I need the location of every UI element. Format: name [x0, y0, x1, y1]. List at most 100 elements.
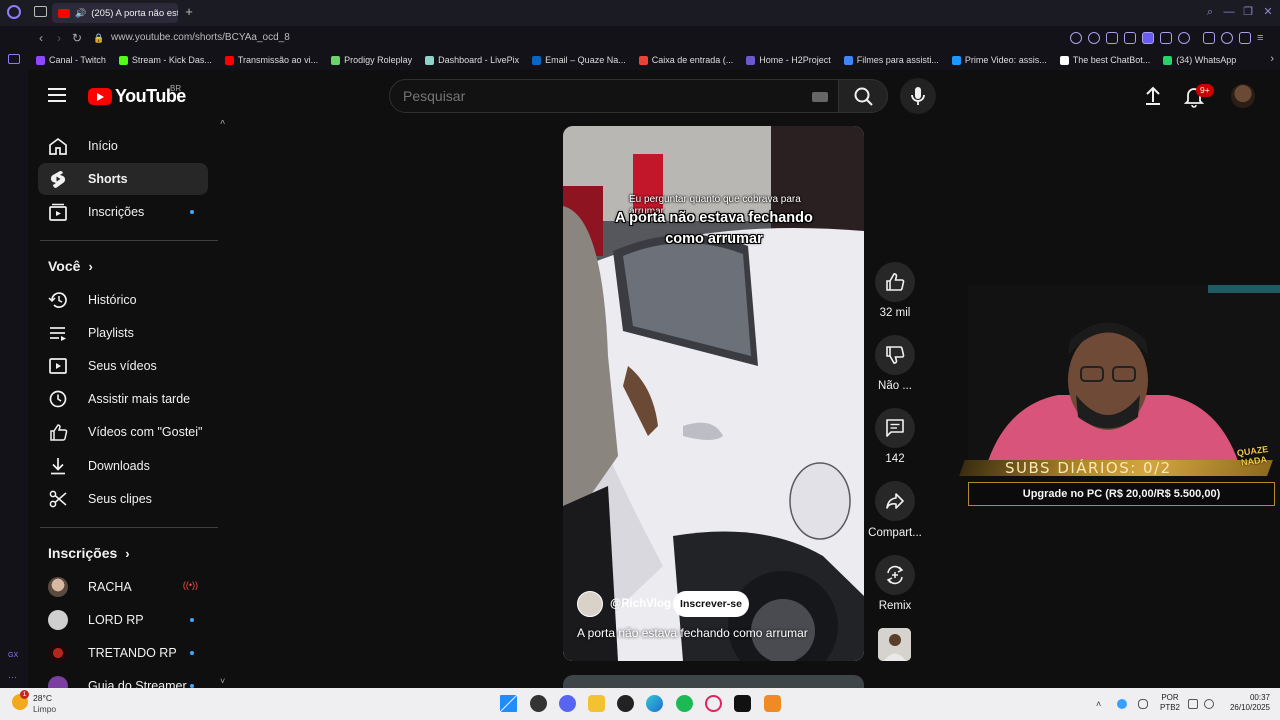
aria-icon[interactable] — [8, 54, 20, 64]
maximize-icon[interactable]: ❐ — [1241, 5, 1255, 19]
sidebar-more-icon[interactable]: ··· — [8, 672, 17, 682]
divider — [40, 240, 218, 241]
shield-icon[interactable] — [1142, 32, 1154, 44]
emoji-icon[interactable] — [1088, 32, 1100, 44]
sidebar-item-subscriptions[interactable]: Inscrições — [38, 196, 208, 228]
sound-pivot-thumbnail[interactable] — [878, 628, 911, 661]
edge-icon[interactable] — [646, 695, 663, 712]
search-input[interactable] — [403, 88, 793, 104]
subscription-item[interactable]: TRETANDO RP — [38, 637, 208, 669]
clock[interactable]: 00:37 26/10/2025 — [1220, 693, 1270, 713]
extensions-icon[interactable] — [1203, 32, 1215, 44]
heart-icon[interactable] — [1178, 32, 1190, 44]
dislike-button[interactable] — [875, 335, 915, 375]
bookmark[interactable]: Prodigy Roleplay — [331, 55, 412, 65]
bookmark[interactable]: Home - H2Project — [746, 55, 831, 65]
pin-icon[interactable] — [1106, 32, 1118, 44]
search-box[interactable] — [389, 79, 839, 113]
bookmark[interactable]: Stream - Kick Das... — [118, 55, 212, 65]
sidebar-item-your-videos[interactable]: Seus vídeos — [38, 350, 208, 382]
speaker-icon[interactable]: 🔊 — [75, 8, 86, 19]
comments-button[interactable] — [875, 408, 915, 448]
account-avatar[interactable] — [1231, 84, 1255, 108]
sidebar-item-watch-later[interactable]: Assistir mais tarde — [38, 383, 208, 415]
sidebar-item-shorts[interactable]: Shorts — [38, 163, 208, 195]
channel-avatar[interactable] — [577, 591, 603, 617]
sidebar-gx-icon[interactable]: GX — [8, 652, 18, 659]
reload-icon[interactable]: ↻ — [70, 31, 84, 45]
input-language[interactable]: POR PTB2 — [1160, 693, 1180, 713]
tray-overflow-icon[interactable]: ˄ — [1096, 699, 1106, 709]
sidebar-item-history[interactable]: Histórico — [38, 284, 208, 316]
scroll-up-arrow-icon[interactable]: ˄ — [220, 120, 225, 127]
bookmark[interactable]: Filmes para assisti... — [843, 55, 939, 65]
github-icon[interactable] — [617, 695, 634, 712]
app-launcher-icon[interactable] — [764, 695, 781, 712]
hamburger-menu-icon[interactable] — [48, 88, 66, 102]
channel-handle[interactable]: @RichVlog — [610, 598, 671, 610]
subscription-item[interactable]: RACHA ((•)) — [38, 571, 208, 603]
tab-list-icon[interactable] — [34, 6, 47, 17]
upload-button[interactable] — [1142, 84, 1164, 108]
sidebar-item-home[interactable]: Início — [38, 130, 208, 162]
back-icon[interactable]: ‹ — [34, 31, 48, 45]
obs-icon[interactable] — [530, 695, 547, 712]
discord-icon[interactable] — [559, 695, 576, 712]
steam-deck-app-icon[interactable] — [734, 695, 751, 712]
player-icon[interactable] — [1160, 32, 1172, 44]
weather-condition[interactable]: Limpo — [33, 704, 56, 714]
bookmark[interactable]: (34) WhatsApp — [1163, 55, 1236, 65]
volume-icon[interactable] — [1204, 699, 1214, 709]
subscriptions-section-heading[interactable]: Inscrições › — [48, 545, 130, 561]
like-button[interactable] — [875, 262, 915, 302]
sidebar-item-clips[interactable]: Seus clipes — [38, 483, 208, 515]
bookmark[interactable]: Caixa de entrada (... — [638, 55, 733, 65]
keyboard-icon[interactable] — [812, 92, 828, 102]
search-button[interactable] — [838, 79, 888, 113]
new-tab-button[interactable]: + — [182, 4, 196, 20]
bookmark[interactable]: Transmissão ao vi... — [224, 55, 318, 65]
share-label: Compart... — [868, 527, 922, 539]
bookmark[interactable]: Dashboard - LivePix — [425, 55, 519, 65]
bookmark[interactable]: Canal - Twitch — [36, 55, 106, 65]
subscription-item[interactable]: LORD RP — [38, 604, 208, 636]
bookmark[interactable]: Prime Video: assis... — [951, 55, 1047, 65]
sidebar-item-playlists[interactable]: Playlists — [38, 317, 208, 349]
snapshot-icon[interactable] — [1124, 32, 1136, 44]
channel-avatar — [48, 610, 68, 630]
chevron-right-icon: › — [88, 259, 93, 274]
profile-icon[interactable] — [1221, 32, 1233, 44]
file-explorer-icon[interactable] — [588, 695, 605, 712]
network-icon[interactable] — [1188, 699, 1198, 709]
zoom-icon[interactable] — [1070, 32, 1082, 44]
subscription-item[interactable]: Guia do Streamer — [38, 670, 208, 688]
weather-alert-badge: 1 — [20, 690, 29, 699]
subscribe-button[interactable]: Inscrever-se — [673, 591, 749, 617]
bookmark[interactable]: The best ChatBot... — [1059, 55, 1150, 65]
bookmarks-overflow-icon[interactable]: › — [1270, 53, 1274, 65]
minimize-icon[interactable]: — — [1222, 5, 1236, 19]
browser-menu-icon[interactable]: ≡ — [1257, 32, 1269, 44]
microphone-tray-icon[interactable] — [1138, 699, 1148, 709]
close-window-icon[interactable]: ✕ — [1261, 5, 1275, 19]
opera-gx-icon[interactable] — [705, 695, 722, 712]
scroll-down-arrow-icon[interactable]: ˅ — [220, 676, 225, 686]
url-field[interactable]: www.youtube.com/shorts/BCYAa_ocd_8 — [111, 32, 290, 43]
share-button[interactable] — [875, 481, 915, 521]
search-tabs-icon[interactable]: ⌕ — [1203, 5, 1217, 19]
active-tab[interactable]: 🔊 (205) A porta não esta — [52, 3, 178, 23]
downloads-icon[interactable] — [1239, 32, 1251, 44]
short-title[interactable]: A porta não estava fechando como arrumar — [577, 626, 808, 640]
you-section-heading[interactable]: Você › — [48, 258, 93, 274]
opera-logo-icon[interactable] — [7, 5, 21, 19]
sidebar-item-liked-videos[interactable]: Vídeos com "Gostei" — [38, 416, 208, 448]
weather-temperature[interactable]: 28°C — [33, 693, 52, 703]
sidebar-item-downloads[interactable]: Downloads — [38, 450, 208, 482]
windows-start-icon[interactable] — [500, 695, 517, 712]
voice-search-button[interactable] — [900, 78, 936, 114]
spotify-icon[interactable] — [676, 695, 693, 712]
tray-app-icon[interactable] — [1117, 699, 1127, 709]
remix-button[interactable] — [875, 555, 915, 595]
forward-icon[interactable]: › — [52, 31, 66, 45]
bookmark[interactable]: Email – Quaze Na... — [532, 55, 626, 65]
